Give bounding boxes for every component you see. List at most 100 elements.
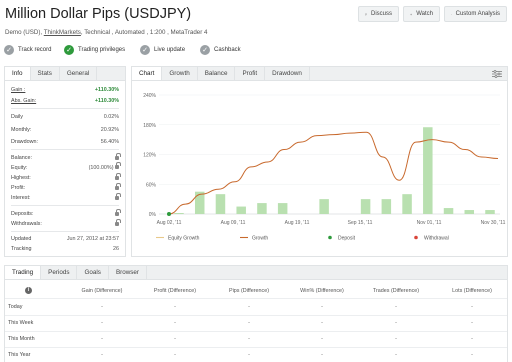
x-tick-label: Sep 15, '11 (348, 220, 373, 226)
table-cell: - (321, 336, 323, 342)
column-header: Profit (Difference) (153, 288, 197, 294)
tab-general[interactable]: General (60, 67, 98, 80)
lock-icon (115, 183, 121, 190)
drawdown-row: Drawdown: 56.40% (11, 137, 119, 146)
withdrawals-label: Withdrawals: (11, 220, 42, 227)
account-subtitle: Demo (USD), ThinkMarkets, Technical , Au… (5, 29, 207, 36)
column-header: Trades (Difference) (372, 288, 420, 294)
table-cell: - (395, 320, 397, 326)
equity-value: (100.00%) (88, 164, 114, 171)
tab-browser[interactable]: Browser (109, 266, 148, 279)
watch-label: Watch (416, 11, 433, 17)
table-cell: - (174, 320, 176, 326)
info-icon: i (25, 287, 32, 294)
x-tick-label: Aug 09, '11 (221, 220, 246, 226)
privilege-cashback: ✓ Cashback (200, 44, 241, 56)
x-tick-label: Nov 30, '11 (481, 220, 506, 226)
y-tick-label: 240% (143, 93, 156, 99)
updated-row: Updated Jun 27, 2012 at 23:57 (11, 234, 119, 243)
interest-label: Interest: (11, 194, 31, 201)
withdrawals-row: Withdrawals: (11, 219, 121, 228)
highest-row: Highest: (11, 173, 121, 182)
table-cell: - (471, 336, 473, 342)
balance-row: Balance: (11, 153, 121, 162)
subtitle-prefix: Demo (USD), (5, 29, 44, 36)
divider (11, 205, 119, 206)
updated-value: Jun 27, 2012 at 23:57 (66, 235, 119, 242)
table-cell: - (101, 320, 103, 326)
plus-icon (410, 13, 412, 15)
monthly-value: 20.92% (100, 126, 119, 133)
bar (319, 199, 329, 214)
watch-button[interactable]: Watch (403, 6, 440, 22)
privilege-label: Live update (154, 47, 186, 53)
y-tick-label: 180% (143, 123, 156, 129)
row-label: This Week (8, 320, 34, 326)
chart-panel: Chart Growth Balance Profit Drawdown 240… (131, 66, 508, 257)
bar (443, 208, 454, 214)
lock-icon (115, 173, 121, 180)
column-header: Gain (Difference) (81, 288, 123, 294)
profit-label: Profit: (11, 184, 26, 191)
tab-info[interactable]: Info (5, 67, 31, 80)
discuss-button[interactable]: Discuss (358, 6, 399, 22)
tab-stats[interactable]: Stats (31, 67, 60, 80)
table-cell: - (174, 336, 176, 342)
row-divider (5, 315, 507, 316)
monthly-row: Monthly: 20.92% (11, 125, 119, 134)
table-cell: - (248, 352, 250, 358)
gear-icon (451, 13, 452, 15)
lock-icon (115, 193, 121, 200)
abs-gain-label[interactable]: Abs. Gain: (11, 98, 36, 104)
tab-drawdown[interactable]: Drawdown (265, 67, 310, 80)
privilege-track-record: ✓ Track record (4, 44, 51, 56)
bar (485, 210, 495, 214)
deposits-row: Deposits: (11, 209, 121, 218)
divider (11, 108, 119, 109)
legend-label: Growth (252, 236, 268, 242)
interest-row: Interest: (11, 193, 121, 202)
check-icon: ✓ (64, 45, 74, 55)
tab-chart[interactable]: Chart (132, 67, 163, 80)
daily-value: 0.02% (103, 113, 119, 120)
page-title: Million Dollar Pips (USDJPY) (5, 6, 192, 22)
table-cell: - (395, 352, 397, 358)
gain-row: Gain : +110.30% (11, 85, 119, 94)
bar (381, 199, 392, 214)
filter-settings-icon[interactable] (492, 70, 502, 78)
table-cell: - (321, 304, 323, 310)
table-cell: - (174, 352, 176, 358)
trading-table: i Gain (Difference) Profit (Difference) Pip… (5, 281, 507, 362)
lock-icon (115, 219, 121, 226)
column-header: Pips (Difference) (228, 288, 270, 294)
tab-periods[interactable]: Periods (41, 266, 78, 279)
daily-row: Daily 0.02% (11, 112, 119, 121)
table-cell: - (321, 352, 323, 358)
table-cell: - (174, 304, 176, 310)
legend-label: Withdrawal (424, 236, 449, 242)
updated-label: Updated (11, 235, 32, 242)
tab-growth[interactable]: Growth (162, 67, 198, 80)
y-tick-label: 60% (146, 182, 157, 188)
tracking-value: 26 (113, 245, 119, 252)
privilege-trading: ✓ Trading privileges (64, 44, 125, 56)
bar (215, 194, 226, 214)
legend-swatch (414, 235, 418, 240)
gain-label[interactable]: Gain : (11, 87, 25, 93)
tab-goals[interactable]: Goals (77, 266, 109, 279)
table-cell: - (248, 336, 250, 342)
lock-icon (115, 162, 121, 169)
tab-profit[interactable]: Profit (235, 67, 266, 80)
chart-tabs: Chart Growth Balance Profit Drawdown (132, 67, 507, 81)
info-tabs: Info Stats General (5, 67, 125, 81)
privilege-label: Cashback (214, 47, 241, 53)
legend-label: Equity Growth (168, 236, 200, 242)
bar (277, 203, 288, 214)
tab-balance[interactable]: Balance (198, 67, 236, 80)
custom-analysis-button[interactable]: Custom Analysis (444, 6, 507, 22)
tab-trading[interactable]: Trading (5, 266, 42, 279)
broker-link[interactable]: ThinkMarkets (44, 29, 81, 36)
privilege-label: Trading privileges (78, 47, 126, 53)
y-tick-label: 120% (143, 153, 156, 159)
tracking-row: Tracking 26 (11, 244, 119, 253)
